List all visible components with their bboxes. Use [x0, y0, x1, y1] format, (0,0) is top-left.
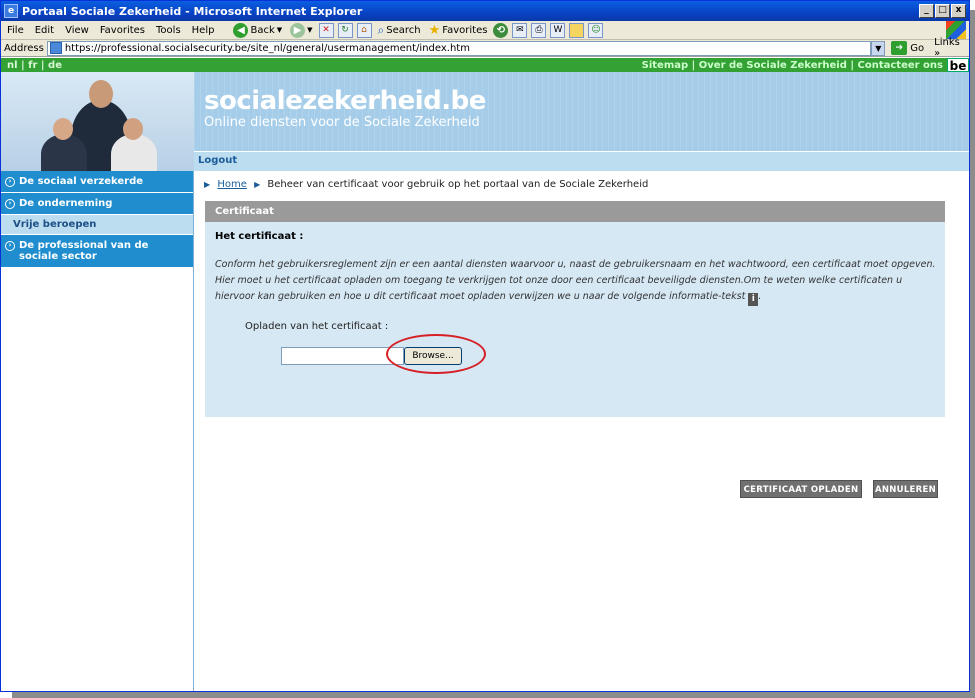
circle-arrow-icon: › [5, 199, 15, 209]
sidebar-item-onderneming[interactable]: › De onderneming [1, 193, 193, 215]
sidebar-item-label: De professional van de sociale sector [19, 240, 149, 262]
chevron-down-icon[interactable]: ▼ [871, 40, 886, 56]
site-tagline: Online diensten voor de Sociale Zekerhei… [204, 115, 480, 130]
address-label: Address [4, 42, 44, 54]
sidebar-item-label: De sociaal verzekerde [19, 176, 144, 187]
messenger-icon[interactable]: ☺ [588, 22, 604, 38]
edit-icon[interactable]: W [550, 22, 566, 38]
page-content: nl | fr | de Sitemap | Over de Sociale Z… [1, 58, 969, 691]
close-button[interactable]: x [951, 4, 966, 18]
breadcrumb-home-link[interactable]: Home [217, 179, 247, 190]
go-label: Go [910, 42, 925, 54]
site-banner: socialezekerheid.be Online diensten voor… [194, 72, 969, 151]
menu-view[interactable]: View [65, 25, 89, 36]
back-label: Back [250, 24, 275, 36]
person-head [53, 118, 73, 140]
header-photo [1, 72, 194, 171]
menu-favorites[interactable]: Favorites [100, 25, 145, 36]
arrow-right-icon: ▶ [204, 180, 211, 189]
language-bar: nl | fr | de Sitemap | Over de Sociale Z… [1, 58, 969, 73]
panel-body: Conform het gebruikersreglement zijn er … [215, 259, 936, 302]
title-bar: e Portaal Sociale Zekerheid - Microsoft … [1, 1, 969, 21]
mail-icon[interactable]: ✉ [512, 22, 528, 38]
person-head [123, 118, 143, 140]
site-header: socialezekerheid.be Online diensten voor… [1, 72, 969, 171]
maximize-button[interactable]: □ [935, 4, 950, 18]
favorites-button[interactable]: ★ Favorites [427, 22, 490, 39]
favorites-label: Favorites [442, 24, 488, 36]
menu-file[interactable]: File [7, 25, 24, 36]
panel-body-text: Conform het gebruikersreglement zijn er … [215, 259, 936, 306]
top-links[interactable]: Sitemap | Over de Sociale Zekerheid | Co… [642, 60, 943, 71]
sidebar: › De sociaal verzekerde › De onderneming… [1, 171, 194, 691]
page-icon [49, 42, 62, 54]
panel-header: Certificaat [205, 201, 945, 222]
circle-arrow-icon: › [5, 241, 15, 251]
window-shadow [970, 10, 975, 698]
be-logo[interactable]: be [947, 58, 969, 73]
back-arrow-icon: ◀ [233, 22, 249, 38]
star-icon: ★ [428, 22, 441, 38]
sidebar-item-vrije-beroepen[interactable]: Vrije beroepen [1, 215, 193, 235]
links-button[interactable]: Links » [934, 37, 969, 59]
menu-tools[interactable]: Tools [156, 25, 181, 36]
go-arrow-icon: ➔ [891, 41, 908, 55]
sidebar-item-professional[interactable]: › De professional van de sociale sector [1, 235, 193, 268]
menu-bar: File Edit View Favorites Tools Help ◀ Ba… [1, 21, 969, 40]
refresh-icon[interactable]: ↻ [337, 22, 353, 38]
arrow-right-icon: ▶ [254, 180, 261, 189]
chevron-down-icon: ▼ [307, 26, 313, 34]
breadcrumb-current: Beheer van certificaat voor gebruik op h… [267, 179, 649, 190]
ie-icon: e [4, 4, 18, 18]
forward-button[interactable]: ▶ ▼ [288, 22, 314, 39]
panel-subtitle: Het certificaat : [215, 231, 304, 242]
upload-label: Opladen van het certificaat : [245, 321, 389, 332]
window-title: Portaal Sociale Zekerheid - Microsoft In… [22, 4, 363, 18]
minimize-button[interactable]: _ [919, 4, 934, 18]
back-button[interactable]: ◀ Back ▼ [231, 22, 284, 39]
forward-arrow-icon: ▶ [290, 22, 306, 38]
site-name: socialezekerheid.be [204, 86, 486, 116]
cancel-button[interactable]: ANNULEREN [873, 480, 938, 498]
certificate-panel: Certificaat Het certificaat : Conform he… [205, 201, 945, 417]
logout-link[interactable]: Logout [198, 155, 237, 166]
history-icon[interactable]: ⟲ [493, 22, 509, 38]
url-text: https://professional.socialsecurity.be/s… [64, 42, 470, 54]
stop-icon[interactable]: ✕ [318, 22, 334, 38]
folder-icon[interactable] [569, 22, 585, 38]
breadcrumb: ▶ Home ▶ Beheer van certificaat voor geb… [204, 179, 648, 190]
search-label: Search [386, 24, 421, 36]
highlight-circle [386, 334, 486, 374]
person-head [89, 80, 113, 108]
sidebar-item-sociaal-verzekerde[interactable]: › De sociaal verzekerde [1, 171, 193, 193]
print-icon[interactable]: ⎙ [531, 22, 547, 38]
go-button[interactable]: ➔ Go [891, 41, 924, 55]
search-icon: ⌕ [377, 22, 385, 37]
menu-edit[interactable]: Edit [35, 25, 54, 36]
menu-help[interactable]: Help [192, 25, 215, 36]
window-controls: _ □ x [919, 4, 966, 18]
window-shadow [12, 692, 975, 698]
url-field[interactable]: https://professional.socialsecurity.be/s… [46, 40, 872, 56]
search-button[interactable]: ⌕ Search [376, 22, 423, 39]
address-bar: Address https://professional.socialsecur… [1, 37, 969, 59]
upload-certificate-button[interactable]: CERTIFICAAT OPLADEN [740, 480, 862, 498]
sidebar-item-label: De onderneming [19, 198, 113, 209]
home-icon[interactable]: ⌂ [356, 22, 372, 38]
standard-toolbar: ◀ Back ▼ ▶ ▼ ✕ ↻ ⌂ ⌕ Search ★ Favorites … [231, 22, 604, 39]
browser-window: e Portaal Sociale Zekerheid - Microsoft … [0, 0, 970, 692]
logout-bar: Logout [194, 151, 969, 171]
circle-arrow-icon: › [5, 177, 15, 187]
info-icon[interactable]: i [748, 293, 759, 306]
language-links[interactable]: nl | fr | de [1, 60, 62, 71]
chevron-down-icon: ▼ [276, 26, 283, 34]
